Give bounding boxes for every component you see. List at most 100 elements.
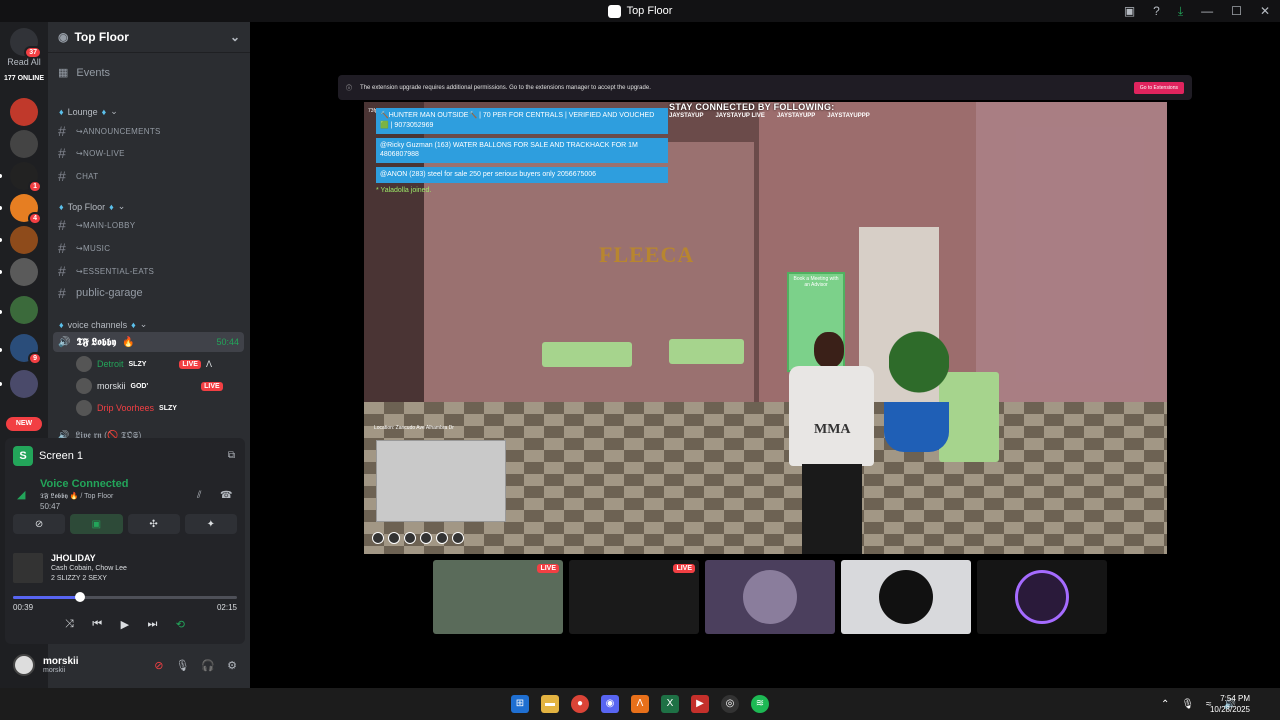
song-total-time: 02:15 — [216, 603, 237, 612]
participant-tile[interactable] — [705, 560, 835, 634]
unread-pip — [0, 310, 2, 314]
stream-thumbnail[interactable]: LIVE — [569, 560, 699, 634]
server-icon[interactable] — [10, 98, 38, 126]
user-info[interactable]: morskii morskii — [43, 656, 79, 674]
unread-pip — [0, 348, 2, 352]
screen-share-button[interactable]: ▣ — [70, 514, 123, 534]
song-artist: Cash Cobain, Chow Lee — [51, 565, 127, 572]
chat-message: @ANON (283) steel for sale 250 per serio… — [376, 167, 668, 183]
play-icon[interactable]: ▶ — [121, 618, 129, 631]
headphones-icon[interactable]: 🎧 — [201, 659, 215, 672]
server-icon[interactable]: 1 — [10, 162, 42, 193]
chevron-down-icon: ⌄ — [229, 30, 240, 44]
user-tag: SLZY — [128, 360, 147, 368]
song-progress-knob[interactable] — [75, 592, 86, 602]
stream-video[interactable]: FLEECA Book a Meeting with an Advisor MM… — [364, 102, 1167, 554]
channel-public-garage[interactable]: # public-garage — [58, 284, 244, 302]
live-badge: LIVE — [537, 564, 559, 573]
stream-thumbnail[interactable]: LIVE — [433, 560, 563, 634]
go-to-extensions-button[interactable]: Go to Extensions — [1133, 81, 1184, 94]
voice-user[interactable]: Detroit SLZY LIVE Λ — [76, 355, 212, 373]
server-icon[interactable]: 4 — [10, 194, 42, 225]
chevron-down-icon: ⌄ — [139, 319, 148, 329]
voice-status: Voice Connected — [40, 478, 129, 490]
channel-now-live[interactable]: # ↪NOW-LIVE — [58, 144, 244, 162]
camera-off-icon[interactable]: ⊘ — [154, 659, 163, 672]
participant-tile[interactable] — [841, 560, 971, 634]
channel-announcements[interactable]: # ↪ANNOUNCEMENTS — [58, 122, 244, 140]
discord-home-icon[interactable]: 37 — [10, 28, 42, 59]
start-icon[interactable]: ⊞ — [511, 695, 529, 713]
participant-tile[interactable] — [977, 560, 1107, 634]
noise-suppression-icon[interactable]: ⫽ — [197, 490, 201, 501]
voice-user[interactable]: morskii GOD' LIVE — [76, 377, 223, 395]
avatar — [76, 356, 92, 372]
soundboard-button[interactable]: ✦ — [184, 514, 237, 534]
join-notice: * Yaladolla joined. — [376, 186, 432, 194]
game-chat: 🔨HUNTER MAN OUTSIDE🔨 | 70 PER FOR CENTRA… — [376, 108, 668, 194]
read-all-button[interactable]: Read All — [0, 57, 48, 67]
microphone-icon[interactable]: 🎙 — [1181, 699, 1194, 710]
armor-icon — [388, 532, 400, 544]
health-icon — [372, 532, 384, 544]
download-icon[interactable]: ⤓ — [1178, 4, 1183, 19]
next-icon[interactable]: ⏭ — [147, 618, 157, 631]
disconnect-icon[interactable]: ☎ — [220, 490, 232, 501]
channel-essential-eats[interactable]: # ↪ESSENTIAL-EATS — [58, 262, 244, 280]
playback-controls: ⤨ ⏮ ▶ ⏭ ⟲ — [65, 618, 185, 631]
server-icon[interactable]: 9 — [10, 334, 42, 365]
server-icon[interactable] — [10, 130, 38, 158]
popout-icon[interactable]: ⧉ — [228, 450, 235, 461]
song-progress-bar[interactable] — [13, 592, 237, 602]
events-link[interactable]: ▦ Events — [58, 66, 110, 80]
voice-channel-lobby[interactable]: 🔊 𝕿𝕱 𝕷𝖔𝖇𝖇𝖞 🔥 50:44 — [53, 332, 244, 352]
camera-off-button[interactable]: ⊘ — [13, 514, 66, 534]
file-explorer-icon[interactable]: ▬ — [541, 695, 559, 713]
app-icon: Λ — [205, 359, 212, 369]
title-bar: Top Floor ▣ ? ⤓ — ☐ ✕ — [0, 0, 1280, 22]
clock[interactable]: 7:54 PM 10/28/2025 — [1210, 693, 1250, 715]
microphone-icon[interactable]: 🎙 — [175, 659, 189, 672]
activities-button[interactable]: ✣ — [127, 514, 180, 534]
maximize-button[interactable]: ☐ — [1231, 4, 1242, 18]
launcher-icon[interactable]: Λ — [631, 695, 649, 713]
repeat-icon[interactable]: ⟲ — [176, 618, 185, 631]
gem-icon: ♦ — [131, 319, 136, 330]
chrome-icon[interactable]: ● — [571, 695, 589, 713]
extension-notice: ⓘ The extension upgrade requires additio… — [338, 75, 1192, 100]
help-icon[interactable]: ? — [1153, 4, 1160, 18]
windows-taskbar: ⊞ ▬ ● ◉ Λ X ▶ ◎ ≋ ⌃ 🎙 ≈ 🔊 7:54 PM 10/28/… — [0, 688, 1280, 720]
channel-chat[interactable]: # CHAT — [58, 167, 244, 185]
settings-gear-icon[interactable]: ⚙ — [227, 659, 237, 672]
fire-icon: 🔥 — [122, 336, 135, 348]
minimize-button[interactable]: — — [1201, 4, 1213, 18]
app-icon[interactable]: ◎ — [721, 695, 739, 713]
new-unreads-button[interactable]: NEW — [6, 417, 42, 431]
shuffle-icon[interactable]: ⤨ — [65, 618, 74, 631]
inbox-icon[interactable]: ▣ — [1124, 4, 1135, 18]
avatar[interactable] — [13, 654, 35, 676]
server-header[interactable]: ◉ Top Floor ⌄ — [48, 22, 250, 53]
excel-icon[interactable]: X — [661, 695, 679, 713]
voice-user[interactable]: Drip Voorhees SLZY — [76, 399, 177, 417]
avatar — [76, 400, 92, 416]
spotify-icon[interactable]: ≋ — [751, 695, 769, 713]
server-folder[interactable] — [10, 258, 38, 286]
server-folder[interactable] — [10, 370, 38, 398]
channel-main-lobby[interactable]: # ↪MAIN-LOBBY — [58, 216, 244, 234]
scene-bench — [542, 342, 632, 367]
channel-music[interactable]: # ↪MUSIC — [58, 239, 244, 257]
category-voice-channels[interactable]: ♦ voice channels ♦ ⌄ — [59, 319, 147, 330]
server-icon[interactable] — [10, 226, 38, 254]
close-button[interactable]: ✕ — [1260, 4, 1270, 18]
category-lounge[interactable]: ♦ Lounge ♦ ⌄ — [59, 106, 118, 117]
youtube-icon[interactable]: ▶ — [691, 695, 709, 713]
previous-icon[interactable]: ⏮ — [92, 618, 102, 631]
category-top-floor[interactable]: ♦ Top Floor ♦ ⌄ — [59, 201, 125, 212]
voice-location[interactable]: 𝕿𝕱 𝕷𝖔𝖇𝖇𝖞 🔥 / Top Floor — [40, 492, 113, 501]
discord-icon[interactable]: ◉ — [601, 695, 619, 713]
chevron-up-icon[interactable]: ⌃ — [1161, 699, 1169, 710]
album-art — [13, 553, 43, 583]
stamina-icon — [436, 532, 448, 544]
server-folder[interactable] — [10, 296, 38, 324]
